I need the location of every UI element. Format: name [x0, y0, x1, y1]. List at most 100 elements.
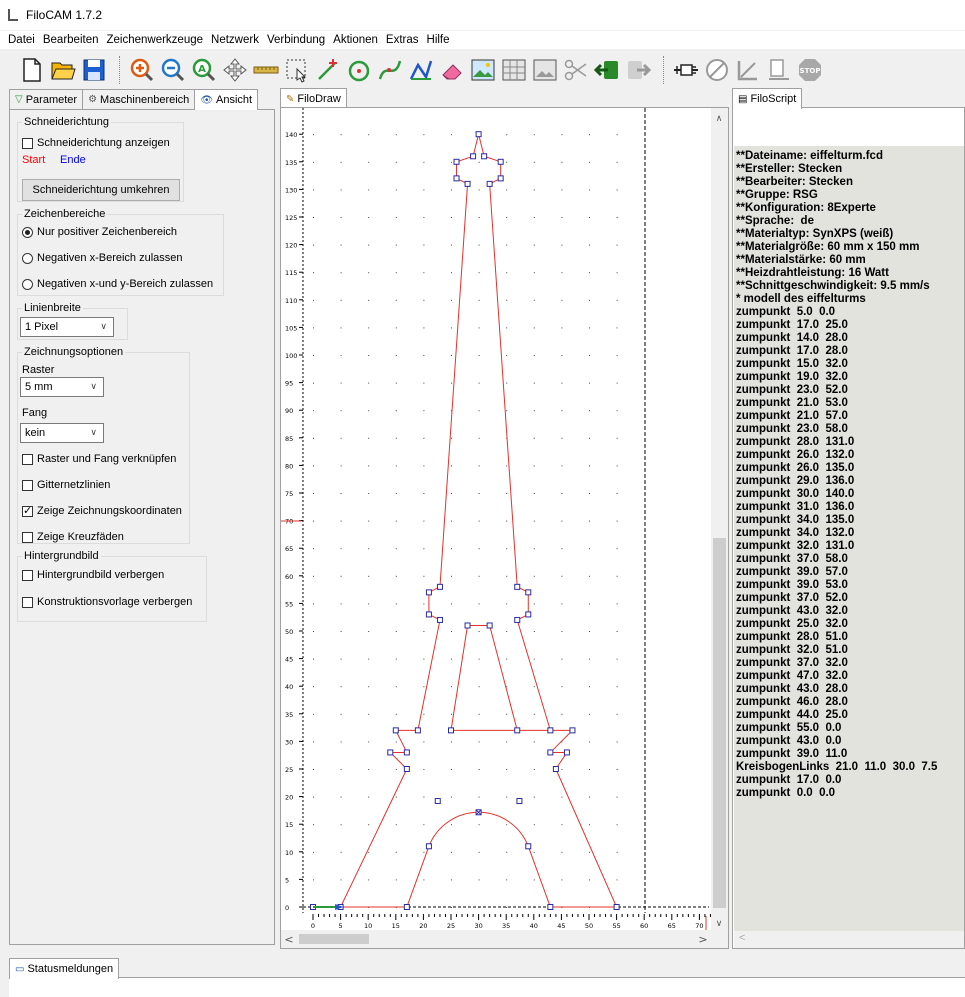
- grid-dot: [589, 410, 590, 412]
- polyline-tool-button[interactable]: [407, 56, 435, 84]
- tab-parameter[interactable]: ▽ Parameter: [9, 89, 84, 109]
- hide-background-checkbox[interactable]: Hintergrundbild verbergen: [22, 569, 164, 581]
- zoom-in-button[interactable]: [128, 56, 156, 84]
- set-origin-button[interactable]: [734, 56, 762, 84]
- zoom-auto-button[interactable]: A: [190, 56, 218, 84]
- tab-ansicht[interactable]: 👁 Ansicht: [194, 89, 259, 110]
- menu-bearbeiten[interactable]: Bearbeiten: [39, 34, 103, 46]
- grid-dot: [533, 796, 535, 798]
- script-line: **Materialstärke: 60 mm: [736, 254, 866, 266]
- negative-x-radio[interactable]: Negativen x-Bereich zulassen: [22, 252, 183, 264]
- open-file-button[interactable]: [49, 56, 77, 84]
- grid-dot: [368, 520, 370, 522]
- grid-dot: [368, 299, 370, 301]
- background-image-button[interactable]: [469, 56, 497, 84]
- y-tick-label: 115: [285, 269, 297, 277]
- gridlines-checkbox[interactable]: Gitternetzlinien: [22, 479, 110, 491]
- grid-dot: [340, 769, 342, 770]
- grid-dot: [506, 769, 508, 770]
- fang-select[interactable]: kein ∨: [20, 423, 104, 443]
- select-button[interactable]: [283, 56, 311, 84]
- grid-dot: [478, 713, 480, 715]
- line-tool-button[interactable]: [314, 56, 342, 84]
- scroll-right-icon[interactable]: >: [698, 933, 707, 946]
- import-button[interactable]: [593, 56, 621, 84]
- script-line: zumpunkt 17.0 25.0: [736, 319, 848, 331]
- circle-tool-button[interactable]: [345, 56, 373, 84]
- reverse-direction-button[interactable]: Schneiderichtung umkehren: [22, 179, 180, 201]
- grid-dot: [395, 631, 397, 632]
- script-line: zumpunkt 43.0 0.0: [736, 735, 842, 747]
- grid-dot: [313, 879, 314, 881]
- show-crosshair-checkbox[interactable]: Zeige Kreuzfäden: [22, 531, 124, 543]
- grid-dot: [423, 244, 425, 246]
- positive-area-radio[interactable]: Nur positiver Zeichenbereich: [22, 226, 177, 238]
- tab-statusmeldungen[interactable]: ▭ Statusmeldungen: [9, 958, 120, 979]
- grid-dot: [395, 327, 397, 329]
- negative-xy-radio[interactable]: Negativen x-und y-Bereich zulassen: [22, 278, 213, 290]
- grid-dot: [589, 851, 590, 853]
- show-coordinates-checkbox[interactable]: Zeige Zeichnungskoordinaten: [22, 504, 182, 517]
- scroll-down-icon[interactable]: ∨: [716, 919, 723, 929]
- script-editor[interactable]: **Dateiname: eiffelturm.fcd **Ersteller: …: [734, 146, 964, 931]
- save-button[interactable]: [80, 56, 108, 84]
- send-button[interactable]: [765, 56, 793, 84]
- link-grid-snap-checkbox[interactable]: Raster und Fang verknüpfen: [22, 453, 176, 465]
- grid-dot: [533, 189, 535, 191]
- script-horizontal-scrollbar[interactable]: <: [734, 931, 964, 948]
- eraser-button[interactable]: [438, 56, 466, 84]
- curve-tool-button[interactable]: [376, 56, 404, 84]
- scroll-left-icon[interactable]: <: [284, 933, 293, 946]
- new-file-button[interactable]: [18, 56, 46, 84]
- zoom-out-button[interactable]: [159, 56, 187, 84]
- menu-aktionen[interactable]: Aktionen: [329, 34, 382, 46]
- menu-hilfe[interactable]: Hilfe: [423, 34, 454, 46]
- grid-dot: [561, 851, 563, 853]
- filodraw-canvas[interactable]: 0 5 10 15 20 25 30 35 40 45 50 55 60 65 70 75 80 85 90 95 10…: [280, 107, 729, 949]
- grid-dot: [589, 189, 590, 191]
- menu-netzwerk[interactable]: Netzwerk: [207, 34, 263, 46]
- grid-dot: [340, 713, 342, 715]
- grid-dot: [533, 769, 535, 770]
- pan-button[interactable]: [221, 56, 249, 84]
- menu-extras[interactable]: Extras: [382, 34, 423, 46]
- grid-dot: [423, 189, 425, 191]
- stop-button[interactable]: STOP: [796, 56, 824, 84]
- export-button[interactable]: [624, 56, 652, 84]
- export-arrow-icon: [628, 61, 651, 79]
- tab-filodraw[interactable]: ✎ FiloDraw: [280, 88, 347, 109]
- menu-verbindung[interactable]: Verbindung: [263, 34, 329, 46]
- scroll-left-icon[interactable]: <: [739, 932, 745, 944]
- grid-dot: [451, 658, 452, 660]
- drawing-svg[interactable]: 0510152025303540455055606570758085909510…: [281, 108, 728, 948]
- menu-zeichenwerkzeuge[interactable]: Zeichenwerkzeuge: [102, 34, 207, 46]
- grid-dot: [506, 161, 508, 163]
- menu-datei[interactable]: Datei: [4, 34, 39, 46]
- hide-template-checkbox[interactable]: Konstruktionsvorlage verbergen: [22, 596, 192, 608]
- line-width-select[interactable]: 1 Pixel ∨: [20, 317, 114, 337]
- scroll-up-icon[interactable]: ∧: [716, 114, 723, 124]
- tab-maschinenbereich[interactable]: ⚙ Maschinenbereich: [82, 89, 196, 109]
- vertical-scroll-thumb[interactable]: [713, 538, 726, 908]
- grid-dot: [313, 603, 314, 605]
- path-node: [436, 583, 443, 590]
- script-line: zumpunkt 37.0 52.0: [736, 592, 848, 604]
- measure-button[interactable]: [252, 56, 280, 84]
- menu-bar: Datei Bearbeiten Zeichenwerkzeuge Netzwe…: [0, 31, 965, 49]
- template-button-1[interactable]: [500, 56, 528, 84]
- cut-button[interactable]: [562, 56, 590, 84]
- raster-select[interactable]: 5 mm ∨: [20, 377, 104, 397]
- disconnect-button[interactable]: [703, 56, 731, 84]
- show-cut-direction-checkbox[interactable]: Schneiderichtung anzeigen: [22, 137, 170, 149]
- raster-label: Raster: [22, 364, 55, 376]
- tab-filoscript[interactable]: ▤ FiloScript: [732, 88, 803, 109]
- template-button-2[interactable]: [531, 56, 559, 84]
- connect-button[interactable]: [672, 56, 700, 84]
- grid-dot: [340, 217, 342, 218]
- horizontal-scroll-thumb[interactable]: [299, 934, 369, 944]
- grid-dot: [506, 272, 508, 274]
- grid-dot: [395, 244, 397, 246]
- grid-dot: [368, 741, 370, 743]
- script-line: **Konfiguration: 8Experte: [736, 202, 876, 214]
- grid-dot: [506, 741, 508, 743]
